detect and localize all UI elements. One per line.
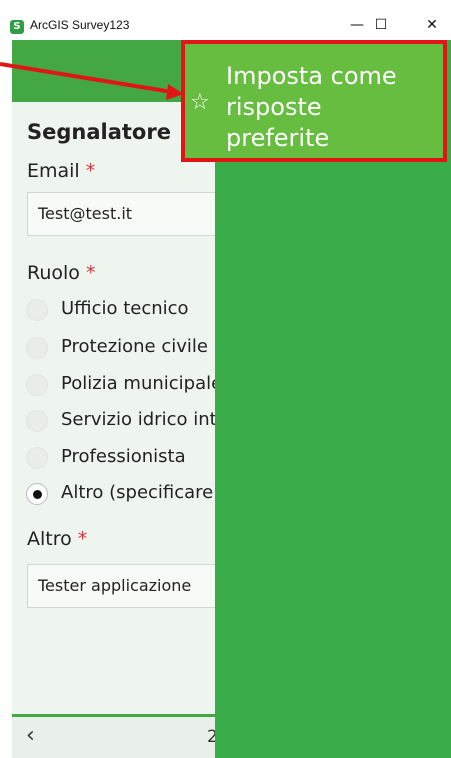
radio-option-professionista[interactable]: Professionista: [26, 443, 215, 473]
radio-label: Professionista: [61, 446, 186, 467]
survey-form: Segnalatore Email * Test@test.it Ruolo *…: [12, 102, 215, 714]
radio-label: Polizia municipale: [61, 373, 215, 394]
radio-option-servizio-idrico[interactable]: Servizio idrico integrato: [26, 406, 215, 436]
radio-button-selected[interactable]: [26, 483, 48, 505]
required-marker: *: [85, 160, 96, 182]
maximize-button[interactable]: ☐: [361, 14, 401, 36]
close-button[interactable]: ✕: [412, 14, 451, 36]
radio-button[interactable]: [26, 337, 48, 359]
radio-label: Altro (specificare): [61, 482, 215, 503]
email-label: Email *: [27, 160, 95, 182]
required-marker: *: [85, 262, 96, 284]
window-title: ArcGIS Survey123: [30, 18, 130, 32]
radio-label: Protezione civile: [61, 336, 208, 357]
email-label-text: Email: [27, 160, 80, 182]
email-field-value: Test@test.it: [38, 204, 133, 223]
radio-option-altro[interactable]: Altro (specificare): [26, 479, 215, 509]
navigation-bar: ‹ 2: [12, 714, 218, 758]
app-window: S ArcGIS Survey123 — ☐ ✕ ☰ Segnalatore E…: [0, 0, 451, 758]
email-field[interactable]: Test@test.it: [27, 192, 215, 236]
radio-label: Servizio idrico integrato: [61, 409, 215, 430]
altro-field-value: Tester applicazione: [38, 576, 192, 595]
altro-field[interactable]: Tester applicazione: [27, 564, 215, 608]
section-title: Segnalatore: [27, 120, 171, 144]
radio-option-ufficio-tecnico[interactable]: Ufficio tecnico: [26, 295, 215, 325]
window-edge: [0, 40, 12, 758]
radio-button[interactable]: [26, 299, 48, 321]
ruolo-label: Ruolo *: [27, 262, 95, 284]
ruolo-label-text: Ruolo: [27, 262, 80, 284]
survey123-app-icon: S: [10, 20, 24, 34]
radio-button[interactable]: [26, 447, 48, 469]
radio-button[interactable]: [26, 410, 48, 432]
altro-label: Altro *: [27, 528, 87, 550]
altro-label-text: Altro: [27, 528, 72, 550]
radio-option-protezione-civile[interactable]: Protezione civile: [26, 333, 215, 363]
title-bar: S ArcGIS Survey123 — ☐ ✕: [0, 0, 451, 41]
radio-label: Ufficio tecnico: [61, 298, 189, 319]
radio-button[interactable]: [26, 374, 48, 396]
back-arrow-icon[interactable]: ‹: [26, 723, 35, 748]
annotation-highlight-box: [181, 40, 447, 162]
required-marker: *: [77, 528, 88, 550]
radio-option-polizia-municipale[interactable]: Polizia municipale: [26, 370, 215, 400]
